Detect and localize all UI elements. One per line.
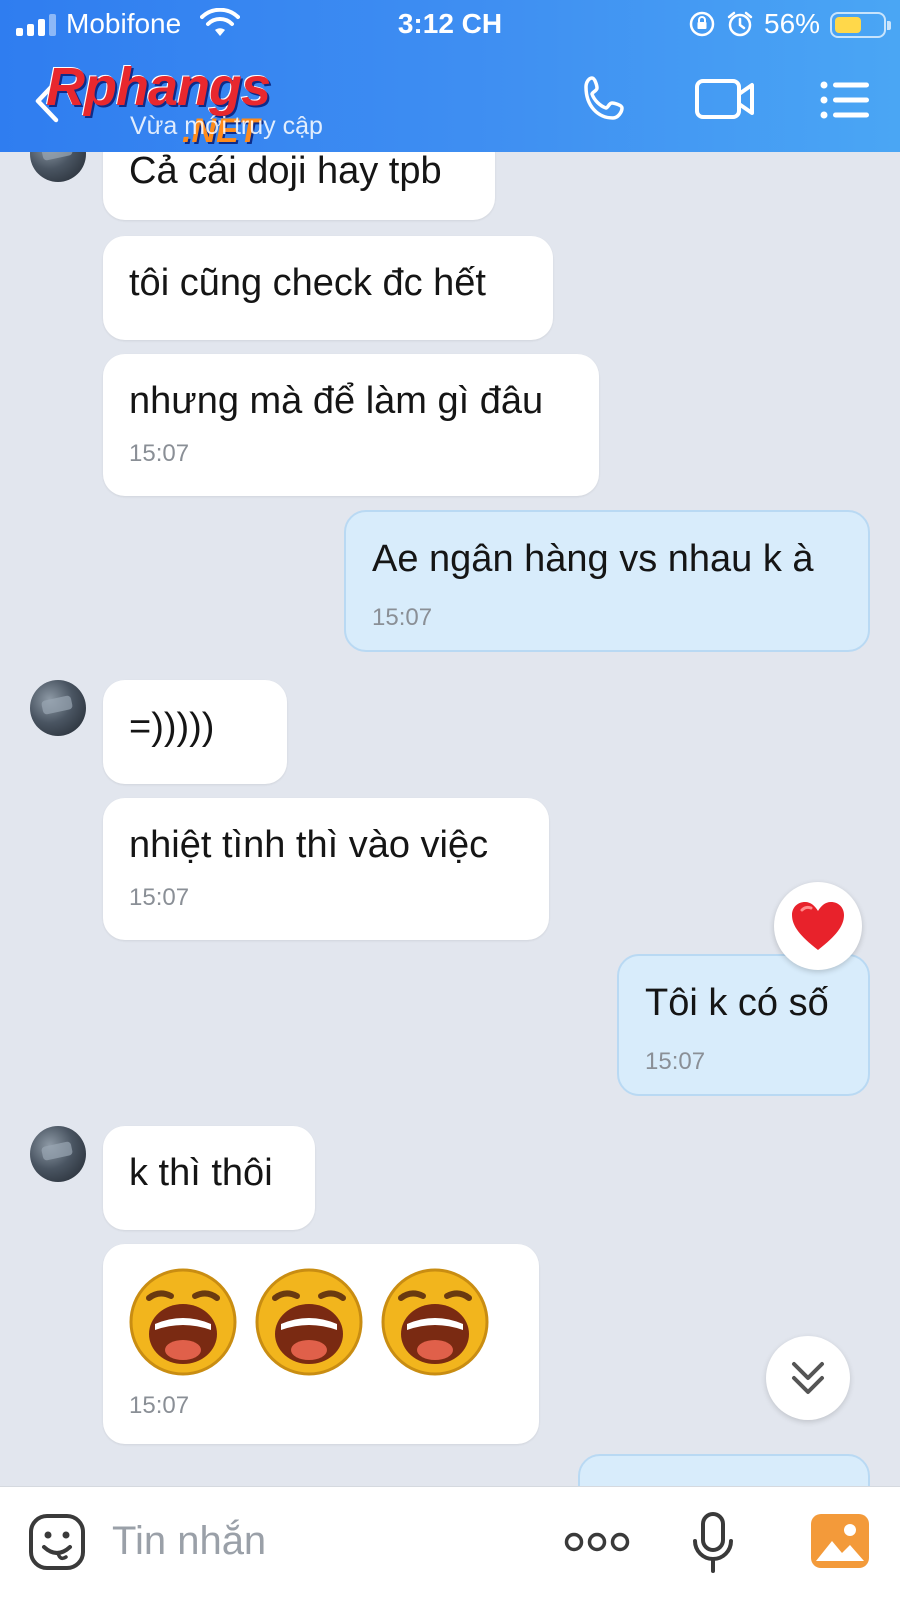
reaction-badge[interactable] [774,882,862,970]
chat-header: Mobifone 3:12 CH 56% Rphangs .NET Vừa mớ… [0,0,900,152]
message-text: Tôi k có số [645,982,829,1024]
message-bubble-outgoing[interactable]: Ae ngân hàng vs nhau k à 15:07 [344,510,870,652]
message-time: 15:07 [129,1392,190,1419]
battery-icon [830,12,891,38]
laughing-emoji [381,1268,489,1376]
message-time: 15:07 [129,440,190,467]
message-bubble[interactable]: k thì thôi [103,1126,315,1230]
status-bar: Mobifone 3:12 CH 56% [0,0,900,50]
photo-icon[interactable] [810,1513,870,1569]
message-input[interactable] [112,1509,532,1573]
video-call-icon[interactable] [694,76,756,122]
wifi-icon [200,8,240,36]
message-bubble[interactable]: tôi cũng check đc hết [103,236,553,340]
logo-main-text: Rphangs [46,57,271,117]
message-time: 15:07 [129,884,190,911]
heart-icon [792,902,844,950]
message-bubble[interactable]: nhiệt tình thì vào việc 15:07 [103,798,549,940]
menu-list-icon[interactable] [820,80,870,120]
message-text: =))))) [129,706,215,748]
emoji-message-bubble[interactable]: 15:07 [103,1244,539,1444]
message-bubble[interactable]: nhưng mà để làm gì đâu 15:07 [103,354,599,496]
message-text: nhưng mà để làm gì đâu [129,380,544,422]
message-text: tôi cũng check đc hết [129,262,486,304]
message-time: 15:07 [645,1048,706,1075]
sticker-icon[interactable] [28,1513,86,1571]
avatar[interactable] [30,152,86,182]
message-text: Ae ngân hàng vs nhau k à [372,538,814,580]
microphone-icon[interactable] [690,1511,736,1575]
contact-status: Vừa mới truy cập [130,112,323,140]
watermark-logo: Rphangs .NET [46,56,316,156]
more-options-icon[interactable] [564,1527,630,1557]
signal-strength-icon [16,14,60,36]
message-bubble[interactable]: =))))) [103,680,287,784]
message-text: nhiệt tình thì vào việc [129,824,489,866]
scroll-to-bottom-button[interactable] [766,1336,850,1420]
message-list[interactable]: Cả cái doji hay tpb tôi cũng check đc hế… [0,152,900,1486]
laughing-emoji [255,1268,363,1376]
message-text: k thì thôi [129,1152,273,1194]
message-bubble-outgoing[interactable] [578,1454,870,1486]
alarm-icon [727,11,753,37]
double-chevron-down-icon [792,1362,824,1394]
avatar[interactable] [30,680,86,736]
message-text: Cả cái doji hay tpb [129,152,442,192]
message-bubble[interactable]: Cả cái doji hay tpb [103,152,495,220]
phone-call-icon[interactable] [580,74,630,124]
rotation-lock-icon [689,11,715,37]
battery-percentage: 56% [764,8,821,39]
message-bubble-outgoing[interactable]: Tôi k có số 15:07 [617,954,870,1096]
message-time: 15:07 [372,604,433,631]
message-composer [0,1486,900,1600]
laughing-emoji [129,1268,237,1376]
carrier-name: Mobifone [66,8,182,39]
avatar[interactable] [30,1126,86,1182]
